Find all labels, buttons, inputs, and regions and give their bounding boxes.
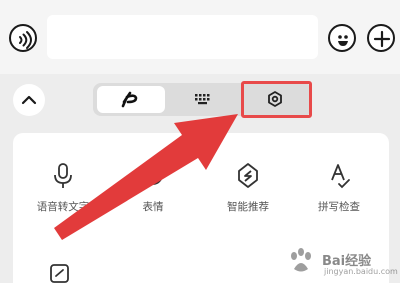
keyboard-icon: [195, 94, 210, 105]
hexagon-settings-icon: [268, 91, 282, 107]
tool-smart-recommend[interactable]: 智能推荐: [213, 162, 283, 214]
emoji-icon: [143, 165, 163, 185]
voice-wave-icon: [19, 31, 32, 49]
tool-label: 表情: [142, 201, 164, 213]
tool-voice-to-text[interactable]: 语音转文字: [28, 162, 98, 214]
tool-label: 语音转文字: [36, 201, 90, 213]
smart-recommend-icon: [238, 163, 258, 188]
emoji-button[interactable]: [328, 24, 356, 52]
voice-button[interactable]: [9, 24, 37, 52]
tab-handwriting[interactable]: [97, 86, 165, 113]
tab-keyboard[interactable]: [169, 86, 237, 113]
link-icon: [50, 264, 69, 283]
smiley-icon: [338, 35, 348, 46]
plus-icon: [373, 30, 391, 48]
message-input[interactable]: [47, 15, 318, 59]
tab-settings[interactable]: [241, 86, 309, 113]
spell-check-icon: [331, 164, 350, 189]
tool-label: 拼写检查: [318, 201, 360, 213]
tool-label: 智能推荐: [227, 201, 269, 213]
input-bar: [0, 0, 400, 74]
collapse-button[interactable]: [13, 84, 45, 116]
tool-emoji[interactable]: 表情: [118, 162, 188, 214]
microphone-icon: [54, 163, 72, 188]
handwriting-icon: [121, 91, 138, 108]
tool-link[interactable]: [48, 264, 72, 283]
tool-spell-check[interactable]: 拼写检查: [304, 162, 374, 214]
chevron-up-icon: [21, 95, 37, 105]
input-mode-switcher: [93, 83, 312, 116]
more-button[interactable]: [367, 24, 395, 52]
